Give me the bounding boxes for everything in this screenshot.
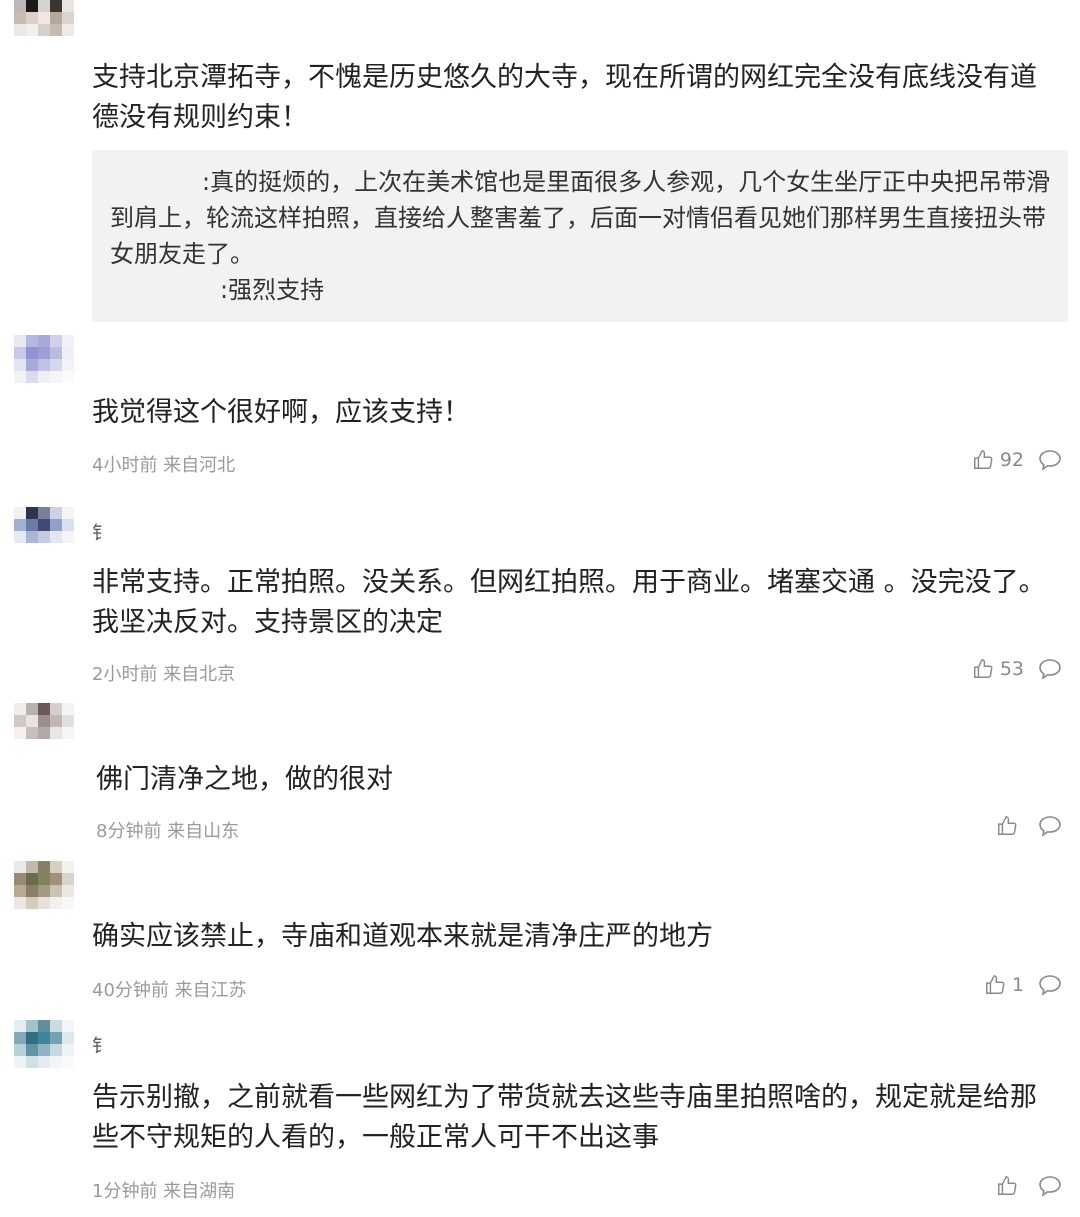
like-count: 1	[1011, 974, 1024, 996]
speech-bubble-icon	[1039, 816, 1061, 837]
comment-text: 佛门清净之地，做的很对	[96, 764, 393, 795]
comment-item: 确实应该禁止，寺庙和道观本来就是清净庄严的地方 40分钟前 来自江苏 1	[0, 861, 1080, 1011]
thumbs-up-icon	[985, 975, 1005, 994]
comment-item: 钅 告示别撤，之前就看一些网红为了带货就去这些寺庙里拍照啥的，规定就是给那些不守…	[0, 1020, 1080, 1217]
comment-text: 告示别撤，之前就看一些网红为了带货就去这些寺庙里拍照啥的，规定就是给那些不守规矩…	[92, 1082, 1037, 1153]
reply-button[interactable]	[1038, 449, 1062, 471]
comment-item: 佛门清净之地，做的很对 8分钟前 来自山东	[0, 703, 1080, 848]
speech-bubble-icon	[1039, 659, 1061, 680]
reply-button[interactable]	[1038, 815, 1062, 837]
author-name[interactable]: 钅	[92, 1032, 110, 1058]
avatar[interactable]	[14, 335, 74, 395]
thumbs-up-icon	[998, 816, 1017, 835]
like-button[interactable]	[996, 815, 1024, 837]
thumbs-up-icon	[973, 450, 993, 469]
like-button[interactable]: 1	[984, 974, 1024, 996]
comment-text: 我觉得这个很好啊，应该支持！	[92, 397, 470, 428]
comment-meta: 8分钟前 来自山东	[96, 821, 240, 842]
reply-box[interactable]: :真的挺烦的，上次在美术馆也是里面很多人参观，几个女生坐厅正中央把吊带滑到肩上，…	[92, 150, 1068, 322]
thumbs-up-icon	[998, 1176, 1017, 1195]
comment-actions	[996, 815, 1062, 837]
comment-text: 支持北京潭拓寺，不愧是历史悠久的大寺，现在所谓的网红完全没有底线没有道德没有规则…	[92, 62, 1037, 133]
like-button[interactable]	[996, 1175, 1024, 1197]
comment-actions: 1	[984, 974, 1062, 996]
comment-actions: 92	[972, 449, 1062, 471]
comment-item: 支持北京潭拓寺，不愧是历史悠久的大寺，现在所谓的网红完全没有底线没有道德没有规则…	[0, 0, 1080, 330]
reply-line: :强烈支持	[110, 272, 1060, 308]
comment-text: 确实应该禁止，寺庙和道观本来就是清净庄严的地方	[92, 921, 713, 952]
avatar[interactable]	[14, 1020, 74, 1080]
avatar[interactable]	[14, 861, 74, 921]
like-button[interactable]: 53	[972, 658, 1024, 680]
comment-item: 我觉得这个很好啊，应该支持！ 4小时前 来自河北 92	[0, 335, 1080, 485]
comment-meta: 1分钟前 来自湖南	[92, 1181, 236, 1202]
comment-meta: 40分钟前 来自江苏	[92, 980, 247, 1001]
reply-text: :真的挺烦的，上次在美术馆也是里面很多人参观，几个女生坐厅正中央把吊带滑到肩上，…	[110, 168, 1051, 268]
avatar[interactable]	[14, 507, 74, 567]
speech-bubble-icon	[1039, 450, 1061, 471]
reply-button[interactable]	[1038, 1175, 1062, 1197]
thumbs-up-icon	[973, 659, 993, 678]
like-button[interactable]: 92	[972, 449, 1024, 471]
comment-actions: 53	[972, 658, 1062, 680]
comment-meta: 2小时前 来自北京	[92, 664, 236, 685]
comment-text: 非常支持。正常拍照。没关系。但网红拍照。用于商业。堵塞交通 。没完没了。我坚决反…	[92, 567, 1046, 638]
avatar[interactable]	[14, 0, 74, 60]
reply-button[interactable]	[1038, 658, 1062, 680]
reply-text: :强烈支持	[220, 276, 325, 304]
avatar[interactable]	[14, 703, 74, 763]
comment-actions	[996, 1175, 1062, 1197]
speech-bubble-icon	[1039, 1176, 1061, 1197]
reply-button[interactable]	[1038, 974, 1062, 996]
reply-line: :真的挺烦的，上次在美术馆也是里面很多人参观，几个女生坐厅正中央把吊带滑到肩上，…	[110, 164, 1060, 272]
like-count: 92	[999, 449, 1024, 471]
like-count: 53	[999, 658, 1024, 680]
comment-meta: 4小时前 来自河北	[92, 455, 236, 476]
author-name[interactable]: 钅	[92, 519, 110, 545]
comment-item: 钅 非常支持。正常拍照。没关系。但网红拍照。用于商业。堵塞交通 。没完没了。我坚…	[0, 507, 1080, 697]
speech-bubble-icon	[1039, 975, 1061, 996]
